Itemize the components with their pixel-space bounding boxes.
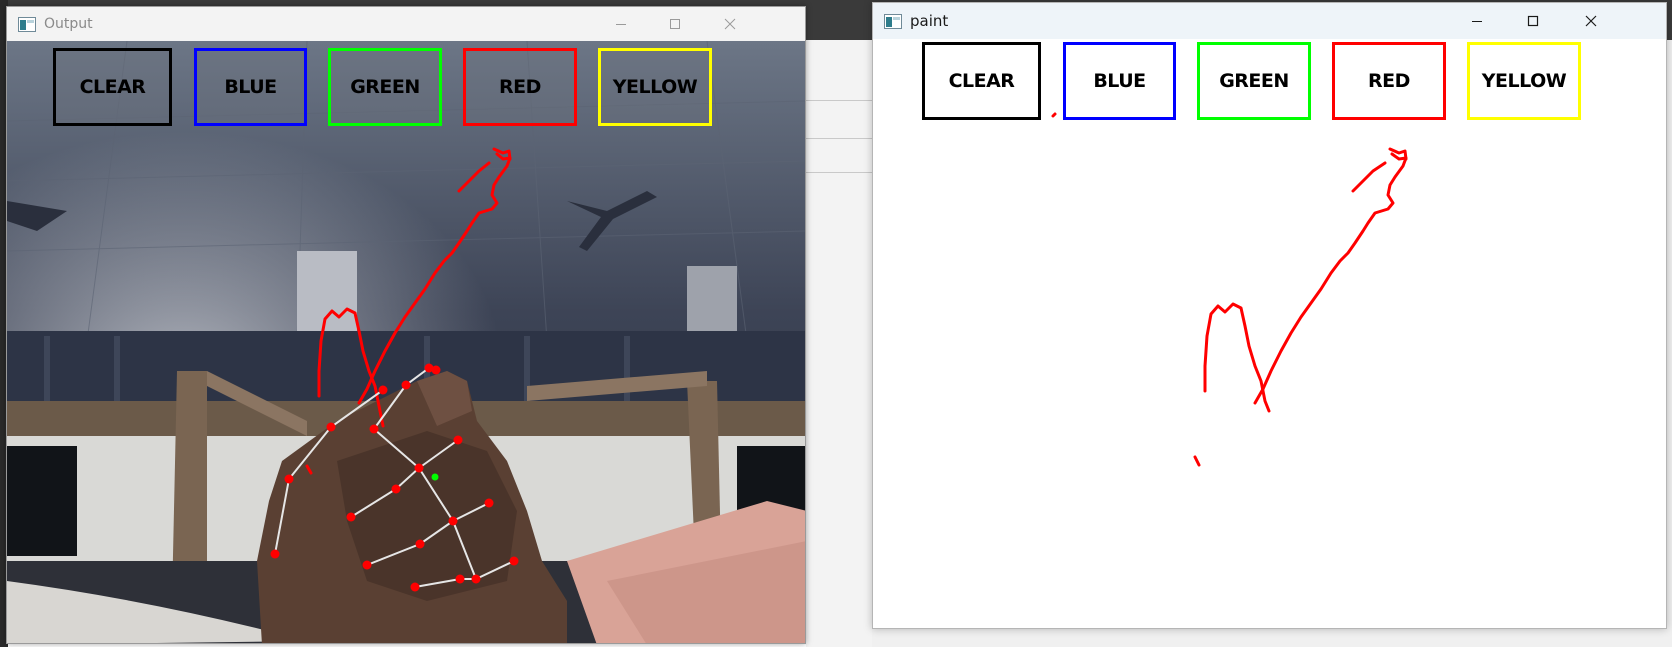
output-window-title: Output xyxy=(44,16,93,32)
paint-close-button[interactable] xyxy=(1571,3,1611,39)
hand-landmark-overlay xyxy=(270,363,519,592)
background-window xyxy=(806,40,872,647)
opencv-window-icon xyxy=(18,16,36,32)
paint-blue-box[interactable]: BLUE xyxy=(1063,42,1176,120)
output-green-box[interactable]: GREEN xyxy=(328,48,442,126)
desktop-bottom-strip xyxy=(872,629,1672,647)
minimize-icon xyxy=(616,24,626,25)
paint-clear-box[interactable]: CLEAR xyxy=(922,42,1041,120)
output-minimize-button[interactable] xyxy=(601,7,641,41)
output-close-button[interactable] xyxy=(710,7,750,41)
paint-drawing-strokes xyxy=(931,111,1408,467)
hand-landmarks xyxy=(270,363,519,592)
output-red-box[interactable]: RED xyxy=(463,48,577,126)
output-yellow-box[interactable]: YELLOW xyxy=(598,48,712,126)
hand-skeleton xyxy=(274,366,515,588)
paint-yellow-box[interactable]: YELLOW xyxy=(1467,42,1581,120)
close-icon xyxy=(1585,15,1597,27)
close-icon xyxy=(724,18,736,30)
output-clear-box[interactable]: CLEAR xyxy=(53,48,172,126)
minimize-icon xyxy=(1472,21,1482,22)
paint-maximize-button[interactable] xyxy=(1513,3,1553,39)
paint-window-title: paint xyxy=(910,12,949,30)
paint-drawing xyxy=(931,111,1408,467)
paint-window[interactable]: paint CLEAR BLUE GREEN RED YELLOW xyxy=(872,2,1667,629)
maximize-icon xyxy=(1527,15,1539,27)
maximize-icon xyxy=(670,19,680,29)
paint-minimize-button[interactable] xyxy=(1457,3,1497,39)
paint-titlebar[interactable]: paint xyxy=(873,3,1666,39)
paint-red-box[interactable]: RED xyxy=(1332,42,1446,120)
paint-canvas[interactable]: CLEAR BLUE GREEN RED YELLOW xyxy=(873,39,1666,628)
output-titlebar[interactable]: Output xyxy=(7,7,805,41)
output-blue-box[interactable]: BLUE xyxy=(194,48,307,126)
webcam-feed: CLEAR BLUE GREEN RED YELLOW xyxy=(7,41,805,643)
output-maximize-button[interactable] xyxy=(655,7,695,41)
paint-green-box[interactable]: GREEN xyxy=(1197,42,1311,120)
opencv-window-icon xyxy=(884,13,902,29)
output-window[interactable]: Output CLEAR BLUE GREEN RED YELLOW xyxy=(6,6,806,644)
fingertip-marker xyxy=(431,473,439,481)
